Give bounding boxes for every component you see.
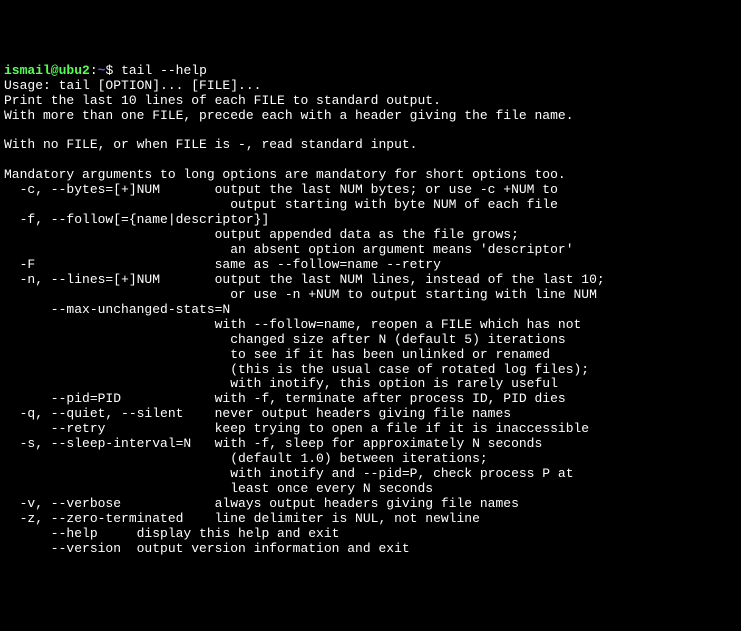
output-line: --max-unchanged-stats=N [4,302,230,317]
output-line: least once every N seconds [4,481,433,496]
terminal[interactable]: ismail@ubu2:~$ tail --help Usage: tail [… [4,64,737,557]
output-line: With more than one FILE, precede each wi… [4,108,574,123]
output-line: Mandatory arguments to long options are … [4,167,566,182]
output-line: --pid=PID with -f, terminate after proce… [4,391,566,406]
output-line: -z, --zero-terminated line delimiter is … [4,511,480,526]
output-line: output starting with byte NUM of each fi… [4,197,558,212]
output-line: -f, --follow[={name|descriptor}] [4,212,269,227]
prompt-user-host: ismail@ubu2 [4,63,90,78]
output-line: with inotify, this option is rarely usef… [4,376,558,391]
command-text: tail --help [121,63,207,78]
prompt-colon: : [90,63,98,78]
output-line: with --follow=name, reopen a FILE which … [4,317,581,332]
output-line: --retry keep trying to open a file if it… [4,421,589,436]
output-line: --help display this help and exit [4,526,339,541]
output-line: --version output version information and… [4,541,410,556]
output-line: (default 1.0) between iterations; [4,451,488,466]
output-line: an absent option argument means 'descrip… [4,242,574,257]
output-line: Usage: tail [OPTION]... [FILE]... [4,78,261,93]
output-line: -s, --sleep-interval=N with -f, sleep fo… [4,436,542,451]
output-line: (this is the usual case of rotated log f… [4,362,589,377]
output-line: or use -n +NUM to output starting with l… [4,287,597,302]
output-line: With no FILE, or when FILE is -, read st… [4,137,417,152]
output-line: with inotify and --pid=P, check process … [4,466,574,481]
output-line: -c, --bytes=[+]NUM output the last NUM b… [4,182,558,197]
output-line: -v, --verbose always output headers givi… [4,496,519,511]
output-line: -q, --quiet, --silent never output heade… [4,406,511,421]
output-line: to see if it has been unlinked or rename… [4,347,550,362]
output-line: changed size after N (default 5) iterati… [4,332,566,347]
output-line: Print the last 10 lines of each FILE to … [4,93,441,108]
output-line: output appended data as the file grows; [4,227,519,242]
output-line: -n, --lines=[+]NUM output the last NUM l… [4,272,605,287]
prompt-dollar: $ [105,63,121,78]
output-line: -F same as --follow=name --retry [4,257,441,272]
